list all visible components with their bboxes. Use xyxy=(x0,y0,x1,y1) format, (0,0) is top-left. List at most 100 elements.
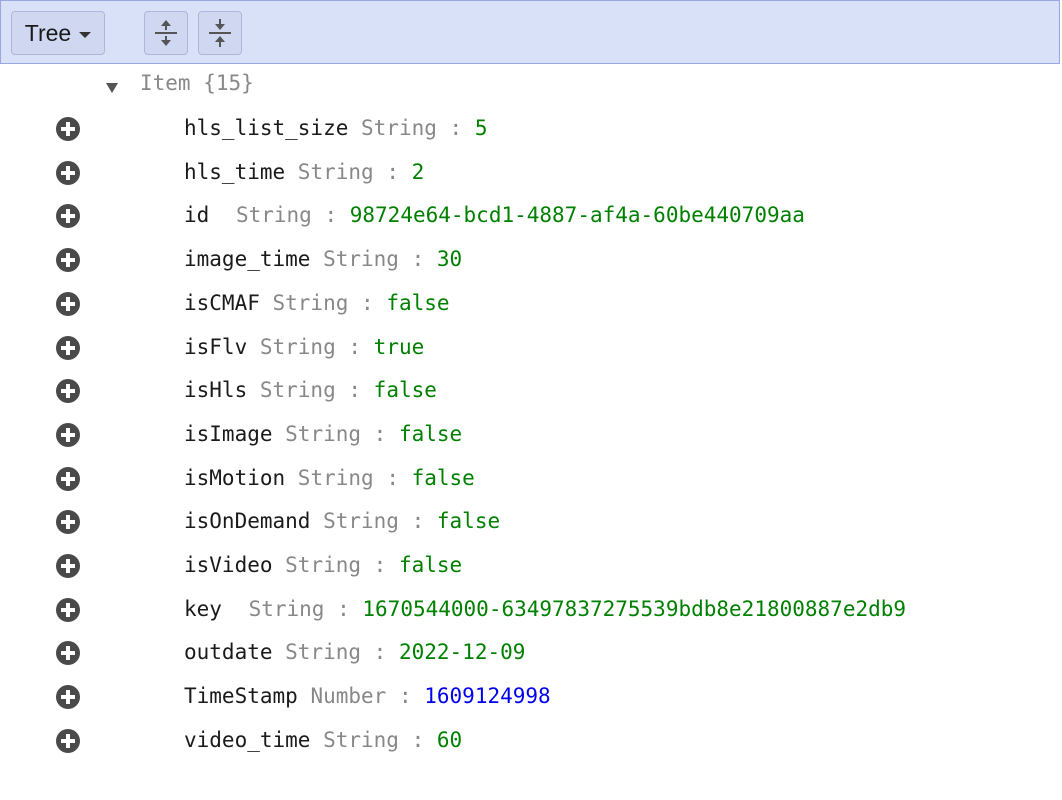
field-separator: : xyxy=(335,334,374,359)
field-value[interactable]: false xyxy=(437,509,500,533)
add-circle-icon[interactable] xyxy=(55,553,81,579)
add-circle-icon[interactable] xyxy=(55,160,81,186)
expand-all-button[interactable] xyxy=(144,11,188,55)
field-key[interactable]: video_time xyxy=(184,728,310,752)
field-type: String xyxy=(223,203,312,228)
field-separator: : xyxy=(398,727,437,752)
field-content: video_time String : 60 xyxy=(184,725,462,755)
field-key[interactable]: isHls xyxy=(184,378,247,402)
field-type: String xyxy=(247,378,336,403)
field-value[interactable]: 1670544000-63497837275539bdb8e21800887e2… xyxy=(362,597,906,621)
field-key[interactable]: id xyxy=(184,203,209,227)
field-key[interactable]: outdate xyxy=(184,640,273,664)
field-value[interactable]: 98724e64-bcd1-4887-af4a-60be440709aa xyxy=(350,203,805,227)
field-value[interactable]: false xyxy=(374,378,437,402)
field-key[interactable]: key xyxy=(184,597,222,621)
field-key[interactable]: hls_time xyxy=(184,160,285,184)
field-type: String xyxy=(310,727,399,752)
tree-field-row: image_time String : 30 xyxy=(0,244,1062,274)
add-circle-icon[interactable] xyxy=(55,509,81,535)
view-mode-dropdown[interactable]: Tree xyxy=(11,11,105,55)
field-value[interactable]: false xyxy=(399,553,462,577)
field-type: String xyxy=(285,465,374,490)
field-value[interactable]: 1609124998 xyxy=(424,684,550,708)
tree-field-row: hls_time String : 2 xyxy=(0,157,1062,187)
add-circle-icon[interactable] xyxy=(55,640,81,666)
field-separator: : xyxy=(373,465,412,490)
field-key[interactable]: isOnDemand xyxy=(184,509,310,533)
field-key[interactable]: isImage xyxy=(184,422,273,446)
tree-field-row: isImage String : false xyxy=(0,419,1062,449)
field-key[interactable]: image_time xyxy=(184,247,310,271)
collapse-all-icon xyxy=(209,19,231,47)
tree-field-row: isVideo String : false xyxy=(0,550,1062,580)
field-key[interactable]: TimeStamp xyxy=(184,684,298,708)
add-circle-icon[interactable] xyxy=(55,378,81,404)
field-value[interactable]: 60 xyxy=(437,728,462,752)
field-separator: : xyxy=(311,203,350,228)
expand-all-icon xyxy=(155,20,177,46)
field-separator: : xyxy=(373,159,412,184)
field-content: image_time String : 30 xyxy=(184,244,462,274)
field-key[interactable]: isMotion xyxy=(184,466,285,490)
field-value[interactable]: 30 xyxy=(437,247,462,271)
field-content: hls_time String : 2 xyxy=(184,157,424,187)
field-type: String xyxy=(285,159,374,184)
chevron-down-icon xyxy=(79,31,92,38)
field-content: isImage String : false xyxy=(184,419,462,449)
field-value[interactable]: true xyxy=(374,335,425,359)
field-value[interactable]: false xyxy=(399,422,462,446)
tree-field-row: outdate String : 2022-12-09 xyxy=(0,637,1062,667)
caret-down-icon[interactable] xyxy=(106,83,118,93)
field-separator: : xyxy=(324,596,363,621)
field-content: hls_list_size String : 5 xyxy=(184,113,487,143)
field-value[interactable]: false xyxy=(386,291,449,315)
field-content: isOnDemand String : false xyxy=(184,506,500,536)
field-content: key String : 1670544000-63497837275539bd… xyxy=(184,594,906,624)
tree-field-row: isCMAF String : false xyxy=(0,288,1062,318)
add-circle-icon[interactable] xyxy=(55,291,81,317)
field-value[interactable]: false xyxy=(412,466,475,490)
field-type: String xyxy=(272,421,362,446)
field-value[interactable]: 2 xyxy=(412,160,425,184)
root-node-label: Item {15} xyxy=(140,71,254,95)
add-circle-icon[interactable] xyxy=(55,597,81,623)
tree-field-row: hls_list_size String : 5 xyxy=(0,113,1062,143)
field-type: String xyxy=(272,640,362,665)
view-mode-label: Tree xyxy=(24,19,72,46)
add-circle-icon[interactable] xyxy=(55,422,81,448)
collapse-all-button[interactable] xyxy=(198,11,242,55)
tree-field-row: video_time String : 60 xyxy=(0,725,1062,755)
add-circle-icon[interactable] xyxy=(55,116,81,142)
toolbar: Tree xyxy=(0,0,1060,64)
field-value[interactable]: 5 xyxy=(475,116,488,140)
add-circle-icon[interactable] xyxy=(55,335,81,361)
add-circle-icon[interactable] xyxy=(55,728,81,754)
add-circle-icon[interactable] xyxy=(55,684,81,710)
field-type: String xyxy=(259,290,349,315)
field-content: TimeStamp Number : 1609124998 xyxy=(184,681,551,711)
field-content: id String : 98724e64-bcd1-4887-af4a-60be… xyxy=(184,200,805,230)
tree-field-row: id String : 98724e64-bcd1-4887-af4a-60be… xyxy=(0,200,1062,230)
add-circle-icon[interactable] xyxy=(55,247,81,273)
tree-field-row: isHls String : false xyxy=(0,375,1062,405)
field-separator: : xyxy=(361,553,399,577)
field-key[interactable]: hls_list_size xyxy=(184,116,348,140)
field-content: outdate String : 2022-12-09 xyxy=(184,637,525,667)
field-value[interactable]: 2022-12-09 xyxy=(399,640,525,664)
field-separator: : xyxy=(335,378,374,403)
tree-field-row: isMotion String : false xyxy=(0,463,1062,493)
tree-field-row: key String : 1670544000-63497837275539bd… xyxy=(0,594,1062,624)
field-type: String xyxy=(247,334,336,359)
tree-field-row: isFlv String : true xyxy=(0,332,1062,362)
field-content: isCMAF String : false xyxy=(184,288,450,318)
field-key[interactable]: isCMAF xyxy=(184,291,260,315)
field-type: String xyxy=(235,596,325,621)
field-separator: : xyxy=(361,640,399,665)
field-separator: : xyxy=(398,247,437,272)
tree-field-row: TimeStamp Number : 1609124998 xyxy=(0,681,1062,711)
field-key[interactable]: isFlv xyxy=(184,335,247,359)
add-circle-icon[interactable] xyxy=(55,466,81,492)
field-key[interactable]: isVideo xyxy=(184,553,273,577)
add-circle-icon[interactable] xyxy=(55,203,81,229)
